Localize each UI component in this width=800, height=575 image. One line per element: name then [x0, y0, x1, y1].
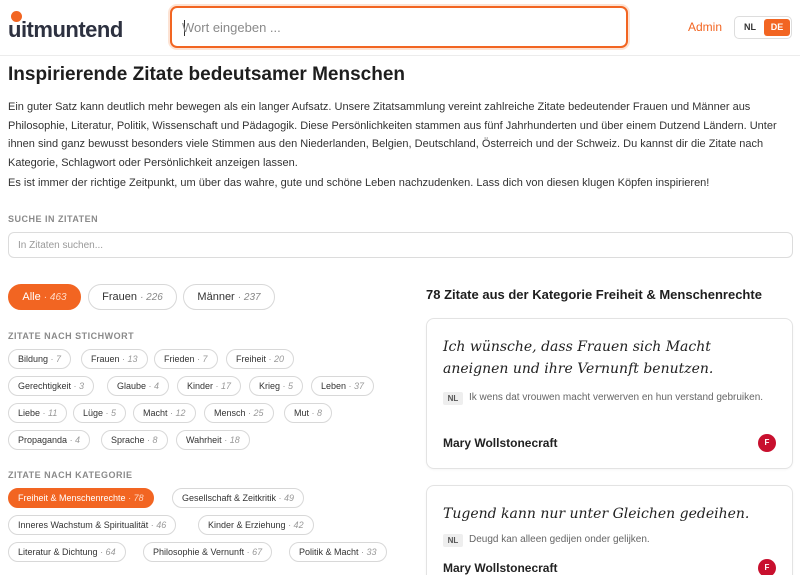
keyword-tag-sprache[interactable]: Sprache · 8	[101, 430, 168, 450]
female-badge: F	[758, 559, 776, 575]
category-tag-freiheit-menschenrechte[interactable]: Freiheit & Menschenrechte · 78	[8, 488, 154, 508]
word-search-box[interactable]	[170, 6, 628, 48]
keyword-tag-mut[interactable]: Mut · 8	[284, 403, 333, 423]
category-tag-kinder-erziehung[interactable]: Kinder & Erziehung · 42	[198, 515, 314, 535]
filter-label: Frauen	[102, 291, 137, 303]
keyword-tag-bildung[interactable]: Bildung · 7	[8, 349, 72, 369]
quote-card[interactable]: Ich wünsche, dass Frauen sich Macht anei…	[426, 318, 793, 469]
keyword-tag-propaganda[interactable]: Propaganda · 4	[8, 430, 91, 450]
quote-translation: Deugd kan alleen gedijen onder gelijken.	[469, 534, 650, 545]
site-logo[interactable]: uitmuntend	[8, 11, 123, 45]
keyword-tag-luege[interactable]: Lüge · 5	[73, 403, 127, 423]
language-badge: NL	[443, 534, 463, 547]
quote-text: Ich wünsche, dass Frauen sich Macht anei…	[443, 339, 714, 377]
keyword-tag-kinder[interactable]: Kinder · 17	[177, 376, 242, 396]
word-search-input[interactable]	[182, 17, 612, 37]
filter-count: · 237	[237, 292, 261, 303]
filter-label: Alle	[22, 291, 41, 303]
quote-author[interactable]: Mary Wollstonecraft	[443, 561, 557, 575]
quote-text: Tugend kann nur unter Gleichen gedeihen.	[443, 506, 750, 522]
language-switch: NL DE	[734, 16, 792, 39]
page-title: Inspirierende Zitate bedeutsamer Mensche…	[8, 64, 406, 85]
logo-text: uitmuntend	[8, 17, 123, 42]
filter-count: · 463	[43, 292, 67, 303]
keyword-tag-mensch[interactable]: Mensch · 25	[204, 403, 274, 423]
quote-translation: Ik wens dat vrouwen macht verwerven en h…	[469, 392, 764, 403]
keyword-tag-freiheit[interactable]: Freiheit · 20	[226, 349, 295, 369]
keyword-tag-macht[interactable]: Macht · 12	[133, 403, 196, 423]
intro-paragraph-2: Es ist immer der richtige Zeitpunkt, um …	[8, 177, 710, 189]
categories-label: ZITATE NACH KATEGORIE	[8, 470, 133, 480]
intro-paragraph: Ein guter Satz kann deutlich mehr bewege…	[8, 101, 777, 169]
quote-search-box[interactable]	[8, 232, 793, 258]
keyword-tag-frieden[interactable]: Frieden · 7	[154, 349, 218, 369]
filter-count: · 226	[140, 292, 163, 303]
category-tag-inneres-wachstum[interactable]: Inneres Wachstum & Spiritualität · 46	[8, 515, 177, 535]
category-tag-literatur-dichtung[interactable]: Literatur & Dichtung · 64	[8, 542, 126, 562]
lang-de-button[interactable]: DE	[764, 19, 790, 36]
admin-link[interactable]: Admin	[688, 20, 722, 34]
quote-author[interactable]: Mary Wollstonecraft	[443, 436, 557, 450]
category-tag-gesellschaft-zeitkritik[interactable]: Gesellschaft & Zeitkritik · 49	[172, 488, 305, 508]
lang-nl-button[interactable]: NL	[737, 19, 763, 36]
filter-all-button[interactable]: Alle · 463	[8, 284, 81, 310]
quote-card[interactable]: Tugend kann nur unter Gleichen gedeihen.…	[426, 485, 793, 575]
category-tag-philosophie-vernunft[interactable]: Philosophie & Vernunft · 67	[143, 542, 273, 562]
female-badge: F	[758, 434, 776, 452]
quote-search-label: SUCHE IN ZITATEN	[8, 214, 99, 224]
results-heading: 78 Zitate aus der Kategorie Freiheit & M…	[426, 287, 762, 302]
quote-search-input[interactable]	[18, 238, 768, 253]
filter-women-button[interactable]: Frauen · 226	[88, 284, 177, 310]
filter-men-button[interactable]: Männer · 237	[183, 284, 275, 310]
keyword-tag-leben[interactable]: Leben · 37	[311, 376, 375, 396]
keyword-tag-gerechtigkeit[interactable]: Gerechtigkeit · 3	[8, 376, 95, 396]
filter-label: Männer	[197, 291, 235, 303]
language-badge: NL	[443, 392, 463, 405]
top-header: uitmuntend Admin NL DE	[0, 0, 800, 56]
keyword-tag-glaube[interactable]: Glaube · 4	[107, 376, 170, 396]
keyword-tag-wahrheit[interactable]: Wahrheit · 18	[176, 430, 250, 450]
keyword-tag-krieg[interactable]: Krieg · 5	[249, 376, 304, 396]
keyword-tag-frauen[interactable]: Frauen · 13	[81, 349, 148, 369]
keyword-tag-liebe[interactable]: Liebe · 11	[8, 403, 68, 423]
keywords-label: ZITATE NACH STICHWORT	[8, 331, 135, 341]
category-tag-politik-macht[interactable]: Politik & Macht · 33	[289, 542, 387, 562]
